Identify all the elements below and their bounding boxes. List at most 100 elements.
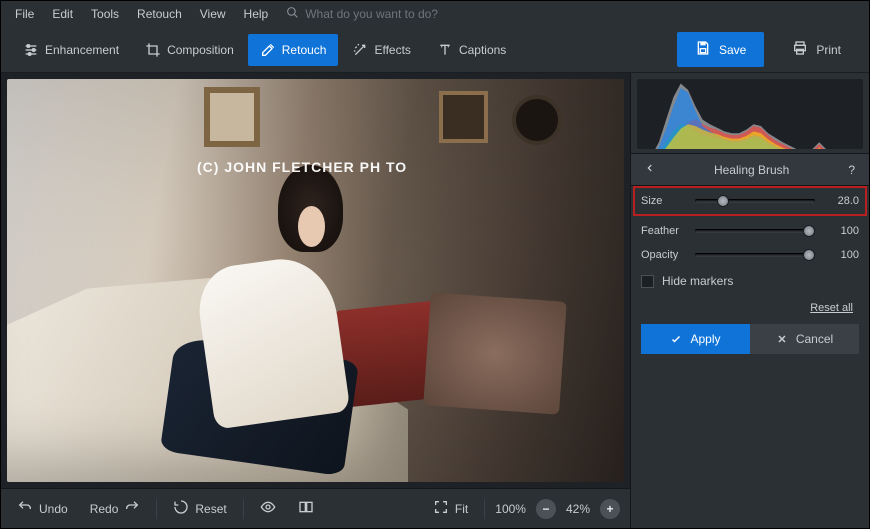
command-search[interactable] (286, 6, 485, 22)
brush-icon (260, 42, 276, 58)
wall-frame (204, 87, 260, 147)
hide-markers-checkbox[interactable]: Hide markers (641, 272, 859, 290)
checkbox-icon (641, 275, 654, 288)
tab-label: Composition (167, 43, 234, 57)
slider-label: Opacity (641, 249, 687, 261)
status-bar: Undo Redo Reset (1, 488, 630, 528)
command-search-input[interactable] (305, 7, 485, 21)
menu-tools[interactable]: Tools (83, 3, 127, 25)
undo-button[interactable]: Undo (11, 495, 74, 522)
watermark: (C) JOHN FLETCHER PH TO (197, 159, 407, 175)
slider-thumb[interactable] (803, 249, 815, 261)
histogram[interactable] (637, 79, 863, 149)
zoom-100-label[interactable]: 100% (495, 502, 526, 516)
redo-button[interactable]: Redo (84, 495, 147, 522)
toolbar-right: Save Print (677, 32, 859, 67)
apply-label: Apply (690, 332, 720, 346)
slider-opacity: Opacity 100 (641, 248, 859, 262)
slider-value[interactable]: 100 (823, 249, 859, 261)
zoom-value: 42% (566, 502, 590, 516)
slider-thumb[interactable] (803, 225, 815, 237)
wall-clock (512, 95, 562, 145)
reset-row: Reset all (641, 300, 859, 314)
save-button[interactable]: Save (677, 32, 764, 67)
slider-thumb[interactable] (717, 195, 729, 207)
fit-label: Fit (455, 502, 468, 516)
slider-track[interactable] (695, 224, 815, 238)
redo-icon (124, 499, 140, 518)
slider-feather: Feather 100 (641, 224, 859, 238)
slider-label: Size (641, 195, 687, 207)
back-button[interactable] (641, 160, 659, 179)
cancel-button[interactable]: Cancel (750, 324, 859, 354)
print-button[interactable]: Print (774, 32, 859, 67)
app-window: File Edit Tools Retouch View Help Enhanc… (0, 0, 870, 529)
close-icon (776, 333, 788, 345)
reset-all-link[interactable]: Reset all (810, 302, 853, 314)
subject-figure (180, 160, 427, 450)
side-panel: Healing Brush ? Size 28.0 Feather 100 (631, 73, 869, 528)
panel-header: Healing Brush ? (631, 153, 869, 186)
save-label: Save (719, 43, 746, 57)
text-icon (437, 42, 453, 58)
redo-label: Redo (90, 502, 119, 516)
tab-label: Retouch (282, 43, 327, 57)
checkbox-label: Hide markers (662, 274, 733, 288)
reset-icon (173, 499, 189, 518)
undo-icon (17, 499, 33, 518)
tab-captions[interactable]: Captions (425, 34, 518, 66)
sliders-icon (23, 42, 39, 58)
menu-view[interactable]: View (192, 3, 234, 25)
slider-size: Size 28.0 (635, 188, 865, 214)
main-toolbar: Enhancement Composition Retouch Effects … (1, 27, 869, 73)
tab-composition[interactable]: Composition (133, 34, 246, 66)
panel-title: Healing Brush (714, 163, 789, 177)
eye-icon (260, 499, 276, 518)
reset-button[interactable]: Reset (167, 495, 232, 522)
compare-icon (298, 499, 314, 518)
tab-label: Captions (459, 43, 506, 57)
tab-enhancement[interactable]: Enhancement (11, 34, 131, 66)
wall-frame (439, 91, 488, 143)
crop-icon (145, 42, 161, 58)
apply-button[interactable]: Apply (641, 324, 750, 354)
tool-tabs: Enhancement Composition Retouch Effects … (11, 34, 518, 66)
zoom-out-button[interactable]: − (536, 499, 556, 519)
menu-file[interactable]: File (7, 3, 42, 25)
slider-track[interactable] (695, 194, 815, 208)
canvas-column: (C) JOHN FLETCHER PH TO Undo Redo (1, 73, 631, 528)
menu-retouch[interactable]: Retouch (129, 3, 190, 25)
fit-icon (433, 499, 449, 518)
divider (243, 499, 244, 519)
menu-help[interactable]: Help (236, 3, 277, 25)
controls: Size 28.0 Feather 100 Opacity (631, 186, 869, 362)
undo-label: Undo (39, 502, 68, 516)
preview-toggle[interactable] (254, 495, 282, 522)
tab-effects[interactable]: Effects (340, 34, 422, 66)
minus-icon: − (542, 502, 549, 516)
pillow (423, 292, 566, 414)
image-canvas[interactable]: (C) JOHN FLETCHER PH TO (7, 79, 624, 482)
fit-button[interactable]: Fit (427, 495, 474, 522)
compare-toggle[interactable] (292, 495, 320, 522)
print-label: Print (816, 43, 841, 57)
menu-edit[interactable]: Edit (44, 3, 81, 25)
cancel-label: Cancel (796, 332, 833, 346)
slider-track[interactable] (695, 248, 815, 262)
wand-icon (352, 42, 368, 58)
slider-value[interactable]: 28.0 (823, 195, 859, 207)
slider-value[interactable]: 100 (823, 225, 859, 237)
search-icon (286, 6, 299, 22)
action-row: Apply Cancel (641, 324, 859, 354)
zoom-in-button[interactable]: + (600, 499, 620, 519)
main-area: (C) JOHN FLETCHER PH TO Undo Redo (1, 73, 869, 528)
help-button[interactable]: ? (844, 161, 859, 179)
check-icon (670, 333, 682, 345)
reset-label: Reset (195, 502, 226, 516)
tab-retouch[interactable]: Retouch (248, 34, 339, 66)
slider-label: Feather (641, 225, 687, 237)
divider (156, 499, 157, 519)
menubar: File Edit Tools Retouch View Help (1, 1, 869, 27)
chevron-left-icon (645, 162, 655, 174)
tab-label: Effects (374, 43, 410, 57)
